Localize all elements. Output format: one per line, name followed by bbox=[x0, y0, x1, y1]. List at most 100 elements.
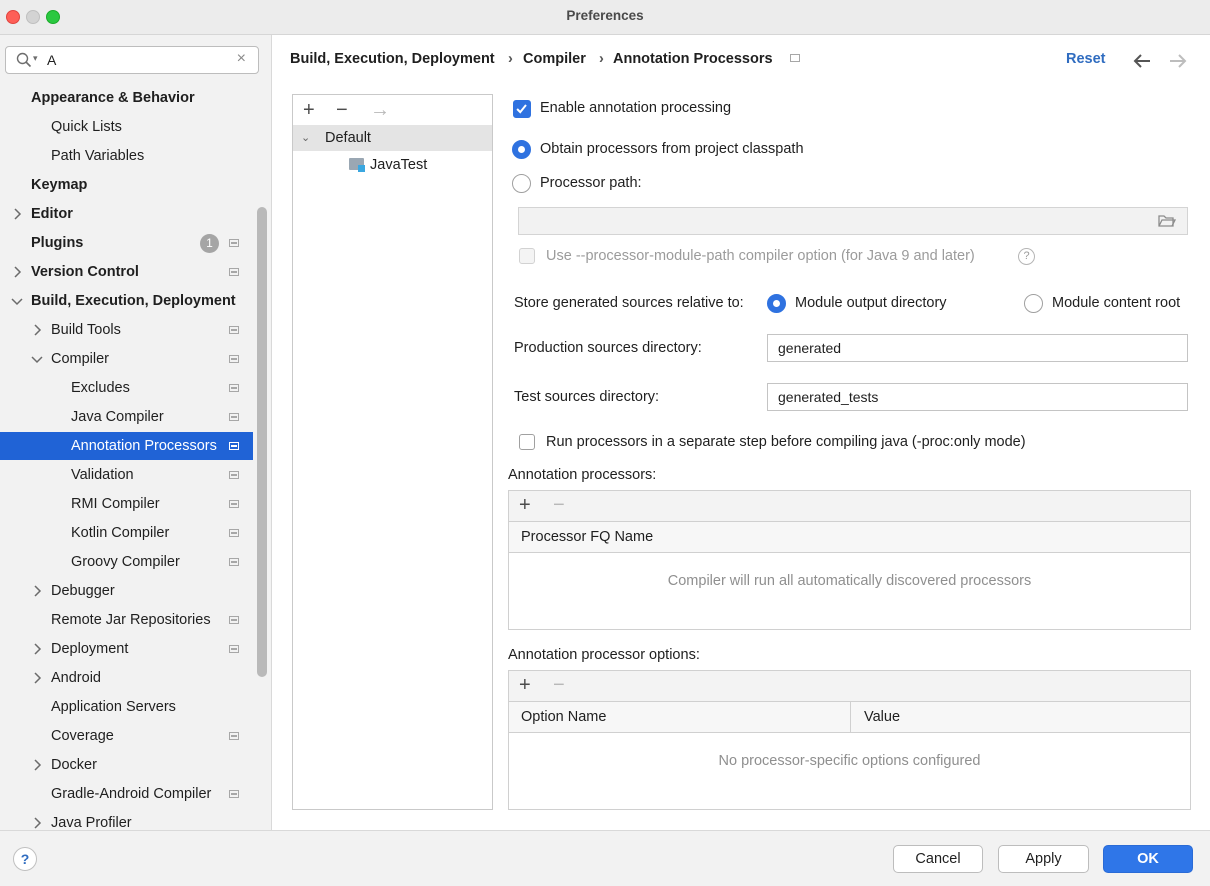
browse-folder-icon[interactable] bbox=[1158, 214, 1176, 228]
cancel-button[interactable]: Cancel bbox=[893, 845, 983, 873]
sidebar-item[interactable]: Editor bbox=[0, 200, 253, 228]
module-output-directory-radio[interactable] bbox=[767, 294, 786, 313]
ok-button[interactable]: OK bbox=[1103, 845, 1193, 873]
sidebar-item[interactable]: Path Variables bbox=[0, 142, 253, 170]
separate-step-checkbox[interactable] bbox=[519, 434, 535, 450]
sidebar-item-label: Annotation Processors bbox=[71, 438, 217, 454]
sidebar-item[interactable]: RMI Compiler bbox=[0, 490, 253, 518]
sidebar-item[interactable]: Validation bbox=[0, 461, 253, 489]
sidebar-item-label: Deployment bbox=[51, 641, 129, 657]
move-module-button[interactable]: → bbox=[370, 100, 390, 120]
chevron-right-icon[interactable] bbox=[10, 265, 24, 279]
options-table-header: Option Name Value bbox=[509, 702, 1190, 733]
apply-button[interactable]: Apply bbox=[998, 845, 1089, 873]
breadcrumb-separator: › bbox=[599, 51, 604, 67]
remove-processor-button[interactable]: − bbox=[553, 495, 565, 515]
project-scope-icon bbox=[229, 790, 239, 798]
sidebar-item[interactable]: Debugger bbox=[0, 577, 253, 605]
chevron-right-icon[interactable] bbox=[30, 758, 44, 772]
processor-path-label: Processor path: bbox=[540, 175, 642, 191]
empty-table-text: Compiler will run all automatically disc… bbox=[667, 573, 1032, 589]
sidebar-item[interactable]: Remote Jar Repositories bbox=[0, 606, 253, 634]
module-path-option-checkbox[interactable] bbox=[519, 248, 535, 264]
sidebar-item[interactable]: Application Servers bbox=[0, 693, 253, 721]
chevron-down-icon[interactable]: ⌄ bbox=[301, 125, 310, 151]
remove-profile-button[interactable]: − bbox=[336, 100, 348, 120]
column-header[interactable]: Option Name bbox=[521, 702, 606, 732]
chevron-right-icon[interactable] bbox=[30, 816, 44, 830]
test-sources-input[interactable]: generated_tests bbox=[767, 383, 1188, 411]
clear-search-icon[interactable]: × bbox=[237, 50, 246, 68]
forward-arrow-icon[interactable] bbox=[1169, 54, 1187, 68]
sidebar-item[interactable]: Build, Execution, Deployment bbox=[0, 287, 253, 315]
profiles-toolbar: + − → bbox=[293, 95, 492, 125]
processor-path-radio[interactable] bbox=[512, 174, 531, 193]
sidebar-item[interactable]: Version Control bbox=[0, 258, 253, 286]
sidebar-item[interactable]: Java Compiler bbox=[0, 403, 253, 431]
sidebar-item[interactable]: Java Profiler bbox=[0, 809, 253, 830]
project-scope-icon bbox=[229, 442, 239, 450]
sidebar-item-label: Excludes bbox=[71, 380, 130, 396]
sidebar-item[interactable]: Excludes bbox=[0, 374, 253, 402]
production-sources-input[interactable]: generated bbox=[767, 334, 1188, 362]
sidebar-item[interactable]: Annotation Processors bbox=[0, 432, 253, 460]
search-input[interactable]: A bbox=[47, 52, 56, 68]
project-scope-icon bbox=[229, 471, 239, 479]
sidebar-item[interactable]: Android bbox=[0, 664, 253, 692]
sidebar-item[interactable]: Deployment bbox=[0, 635, 253, 663]
back-arrow-icon[interactable] bbox=[1133, 54, 1151, 68]
sidebar-item-label: Remote Jar Repositories bbox=[51, 612, 211, 628]
processor-profiles-panel: + − → ⌄ Default JavaTest bbox=[292, 94, 493, 810]
sidebar-item[interactable]: Compiler bbox=[0, 345, 253, 373]
sidebar-item[interactable]: Docker bbox=[0, 751, 253, 779]
processor-options-title: Annotation processor options: bbox=[508, 647, 700, 663]
project-scope-icon bbox=[229, 326, 239, 334]
sidebar-item[interactable]: Coverage bbox=[0, 722, 253, 750]
sidebar-item[interactable]: Build Tools bbox=[0, 316, 253, 344]
sidebar-item-label: Compiler bbox=[51, 351, 110, 367]
chevron-right-icon[interactable] bbox=[30, 671, 44, 685]
breadcrumb-item: Annotation Processors bbox=[613, 51, 773, 67]
sidebar-item-label: Editor bbox=[31, 206, 73, 222]
title-bar: Preferences bbox=[0, 0, 1210, 35]
project-scope-icon bbox=[229, 558, 239, 566]
project-scope-icon bbox=[229, 413, 239, 421]
chevron-down-icon[interactable] bbox=[30, 352, 44, 366]
remove-option-button[interactable]: − bbox=[553, 675, 565, 695]
help-icon[interactable]: ? bbox=[1018, 248, 1035, 265]
sidebar-item[interactable]: Kotlin Compiler bbox=[0, 519, 253, 547]
chevron-right-icon[interactable] bbox=[30, 642, 44, 656]
search-history-chevron-icon[interactable]: ▾ bbox=[33, 53, 38, 64]
sidebar-scrollbar[interactable] bbox=[257, 207, 267, 677]
project-scope-icon bbox=[229, 529, 239, 537]
reset-link[interactable]: Reset bbox=[1066, 51, 1106, 67]
processor-path-field[interactable] bbox=[518, 207, 1188, 235]
column-header[interactable]: Processor FQ Name bbox=[521, 522, 653, 552]
sidebar-item[interactable]: Gradle-Android Compiler bbox=[0, 780, 253, 808]
chevron-down-icon[interactable] bbox=[10, 294, 24, 308]
sidebar-item-label: Debugger bbox=[51, 583, 115, 599]
column-divider[interactable] bbox=[850, 702, 851, 732]
sidebar-item[interactable]: Keymap bbox=[0, 171, 253, 199]
module-item[interactable]: JavaTest bbox=[293, 153, 492, 177]
enable-annotation-processing-checkbox[interactable] bbox=[513, 100, 531, 118]
sidebar-item[interactable]: Appearance & Behavior bbox=[0, 84, 253, 112]
sidebar-item-label: Kotlin Compiler bbox=[71, 525, 170, 541]
obtain-from-classpath-radio[interactable] bbox=[512, 140, 531, 159]
chevron-right-icon[interactable] bbox=[30, 584, 44, 598]
chevron-right-icon[interactable] bbox=[30, 323, 44, 337]
profile-default[interactable]: ⌄ Default bbox=[293, 125, 492, 151]
sidebar-item-label: Plugins bbox=[31, 235, 84, 251]
add-processor-button[interactable]: + bbox=[519, 495, 531, 515]
add-profile-button[interactable]: + bbox=[303, 100, 315, 120]
chevron-right-icon[interactable] bbox=[10, 207, 24, 221]
sidebar-item[interactable]: Plugins 1 bbox=[0, 229, 253, 257]
sidebar-item[interactable]: Groovy Compiler bbox=[0, 548, 253, 576]
module-content-root-radio[interactable] bbox=[1024, 294, 1043, 313]
sidebar-item[interactable]: Quick Lists bbox=[0, 113, 253, 141]
sidebar-item-label: Build, Execution, Deployment bbox=[31, 293, 236, 309]
help-button[interactable]: ? bbox=[13, 847, 37, 871]
add-option-button[interactable]: + bbox=[519, 675, 531, 695]
column-header[interactable]: Value bbox=[864, 702, 900, 732]
settings-search-field[interactable]: ▾ A × bbox=[5, 46, 259, 74]
